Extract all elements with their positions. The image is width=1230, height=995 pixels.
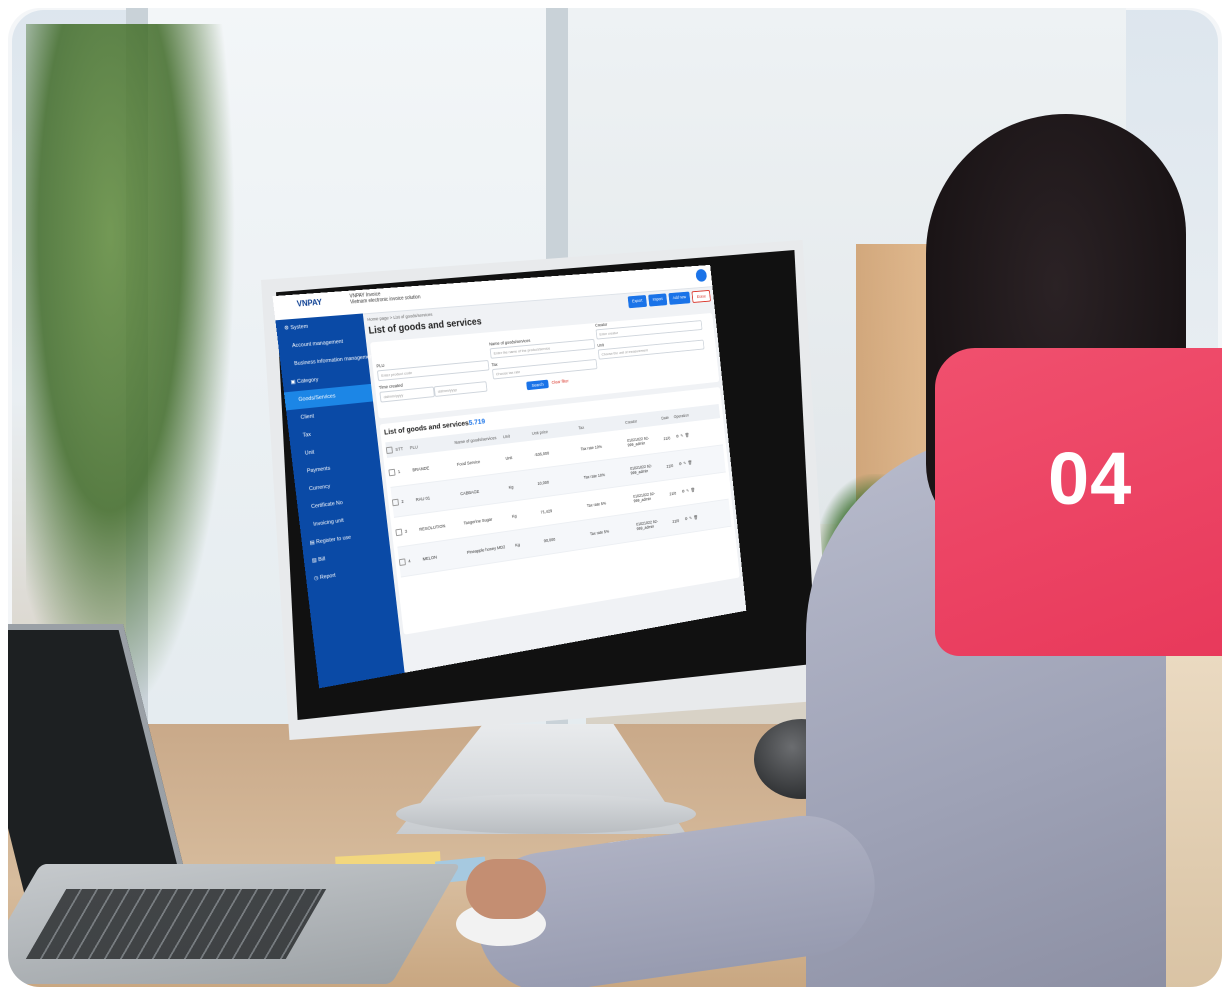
cell: Kg: [514, 541, 521, 548]
cell: Kg: [508, 484, 514, 490]
monitor-base: [396, 794, 696, 834]
row-checkbox[interactable]: [395, 528, 403, 536]
cell: 10,000: [537, 479, 550, 486]
main-content: Home page > List of goods/services List …: [367, 289, 743, 672]
cell: 3: [404, 528, 408, 534]
tax-label: Tax: [491, 361, 498, 368]
cell: RAU 01: [415, 495, 431, 502]
vnpay-logo: VNPAY: [296, 297, 323, 309]
avatar[interactable]: [695, 268, 708, 283]
cell: Tax rate 10%: [583, 471, 606, 480]
column-header: Date: [661, 414, 669, 421]
cell: BRANDE: [412, 465, 430, 472]
plu-input[interactable]: Enter product code: [376, 359, 490, 382]
select-all-checkbox[interactable]: [385, 446, 393, 454]
cell: Pineapple honey MD2: [466, 543, 506, 555]
goods-list: List of goods and services5.719 STT PLU …: [379, 386, 740, 635]
row-checkbox[interactable]: [398, 557, 406, 566]
unit-label: Unit: [597, 342, 605, 348]
column-header: Operation: [673, 412, 690, 419]
column-header: Creator: [624, 418, 638, 425]
cell: 01021022 92-999_admin: [626, 435, 650, 448]
cell: 1: [397, 468, 401, 474]
row-operations[interactable]: ⚙✎🗑: [679, 459, 701, 467]
cell: 2: [401, 498, 404, 504]
cell: MELON: [422, 554, 438, 562]
column-header: STT: [395, 445, 404, 452]
cell: Kg: [511, 512, 517, 519]
row-checkbox[interactable]: [391, 498, 399, 506]
cell: Tax rate 5%: [589, 528, 610, 536]
erase-button[interactable]: Erase: [691, 289, 711, 303]
row-operations[interactable]: ⚙✎🗑: [681, 486, 703, 494]
import-button[interactable]: Import: [648, 293, 668, 307]
cell: 21/0: [663, 435, 671, 441]
column-header: Name of goods/services: [454, 434, 497, 445]
cell: 21/0: [666, 462, 674, 469]
row-checkbox[interactable]: [388, 468, 396, 476]
list-count: 5.719: [468, 416, 486, 427]
cell: Tangerine Sugar: [463, 516, 493, 526]
row-operations[interactable]: ⚙✎🗑: [684, 514, 706, 522]
step-number: 04: [1048, 437, 1133, 520]
cell: Unit: [505, 454, 513, 461]
cell: 21/0: [672, 518, 680, 524]
add-new-button[interactable]: Add new: [668, 291, 691, 305]
cell: RESOLUTION: [418, 522, 446, 532]
cell: 01021022 92-999_admin: [635, 518, 659, 532]
creator-label: Creator: [594, 322, 608, 328]
export-button[interactable]: Export: [627, 295, 648, 309]
tax-select[interactable]: Choose tax rate: [491, 358, 598, 380]
cell: 90,000: [543, 536, 556, 543]
cell: CABBAGE: [459, 488, 480, 496]
column-header: Unit: [502, 433, 511, 439]
cell: 4: [407, 558, 411, 564]
person-hand: [466, 859, 546, 919]
column-header: PLU: [409, 444, 418, 450]
plu-label: PLU: [376, 362, 385, 369]
cell: 71,429: [540, 507, 553, 515]
cell: 01021022 92-999_admin: [632, 491, 656, 504]
column-header: Tax: [578, 424, 585, 430]
cell: Tax rate 5%: [586, 500, 607, 508]
cell: 21/0: [669, 490, 677, 496]
cell: Food Service: [456, 458, 481, 467]
plant-left: [26, 24, 236, 724]
column-header: Unit price: [531, 428, 549, 436]
row-operations[interactable]: ⚙✎🗑: [676, 432, 698, 440]
unit-select[interactable]: Choose the unit of measurement: [597, 339, 705, 360]
cell: -536,000: [533, 450, 550, 457]
app-title: VNPAY Invoice Vietnam electronic invoice…: [349, 289, 421, 305]
laptop-keyboard: [25, 889, 327, 959]
search-button[interactable]: Search: [526, 379, 550, 391]
clear-filter-button[interactable]: Clear filter: [551, 378, 568, 384]
cell: 01021022 92-999_admin: [629, 463, 653, 476]
creator-input[interactable]: Enter creator: [595, 320, 703, 340]
cell: Tax rate 10%: [580, 443, 603, 451]
date-to-input[interactable]: dd/mm/yyyy: [433, 381, 488, 397]
